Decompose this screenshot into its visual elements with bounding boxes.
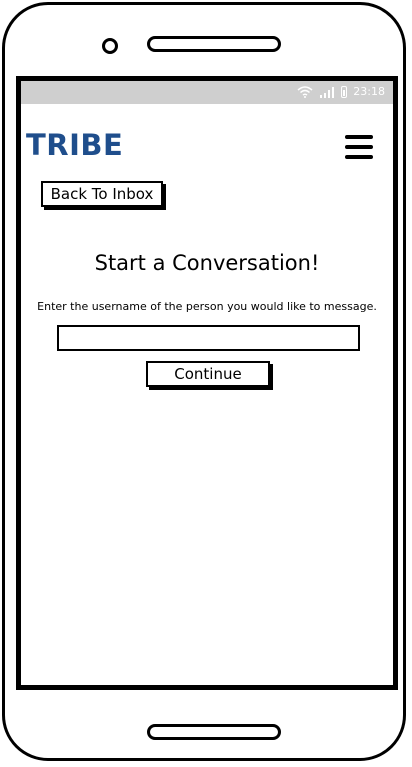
app-logo: TRIBE: [26, 128, 124, 162]
username-input[interactable]: [57, 325, 360, 351]
status-time: 23:18: [353, 85, 385, 98]
status-icons: 23:18: [297, 85, 385, 98]
camera-icon: [102, 38, 118, 54]
continue-button[interactable]: Continue: [146, 361, 270, 387]
signal-icon: [320, 86, 335, 98]
home-button[interactable]: [147, 724, 281, 740]
status-bar: 23:18: [21, 81, 393, 104]
back-to-inbox-button[interactable]: Back To Inbox: [41, 181, 163, 207]
battery-icon: [341, 85, 348, 98]
instructions-text: Enter the username of the person you wou…: [37, 300, 377, 313]
page-title: Start a Conversation!: [94, 251, 320, 275]
hamburger-menu-icon[interactable]: [345, 135, 375, 163]
wifi-icon: [297, 85, 313, 98]
phone-screen: 23:18 TRIBE Back To Inbox Start a Conver…: [16, 76, 398, 690]
speaker-grille: [147, 36, 281, 52]
